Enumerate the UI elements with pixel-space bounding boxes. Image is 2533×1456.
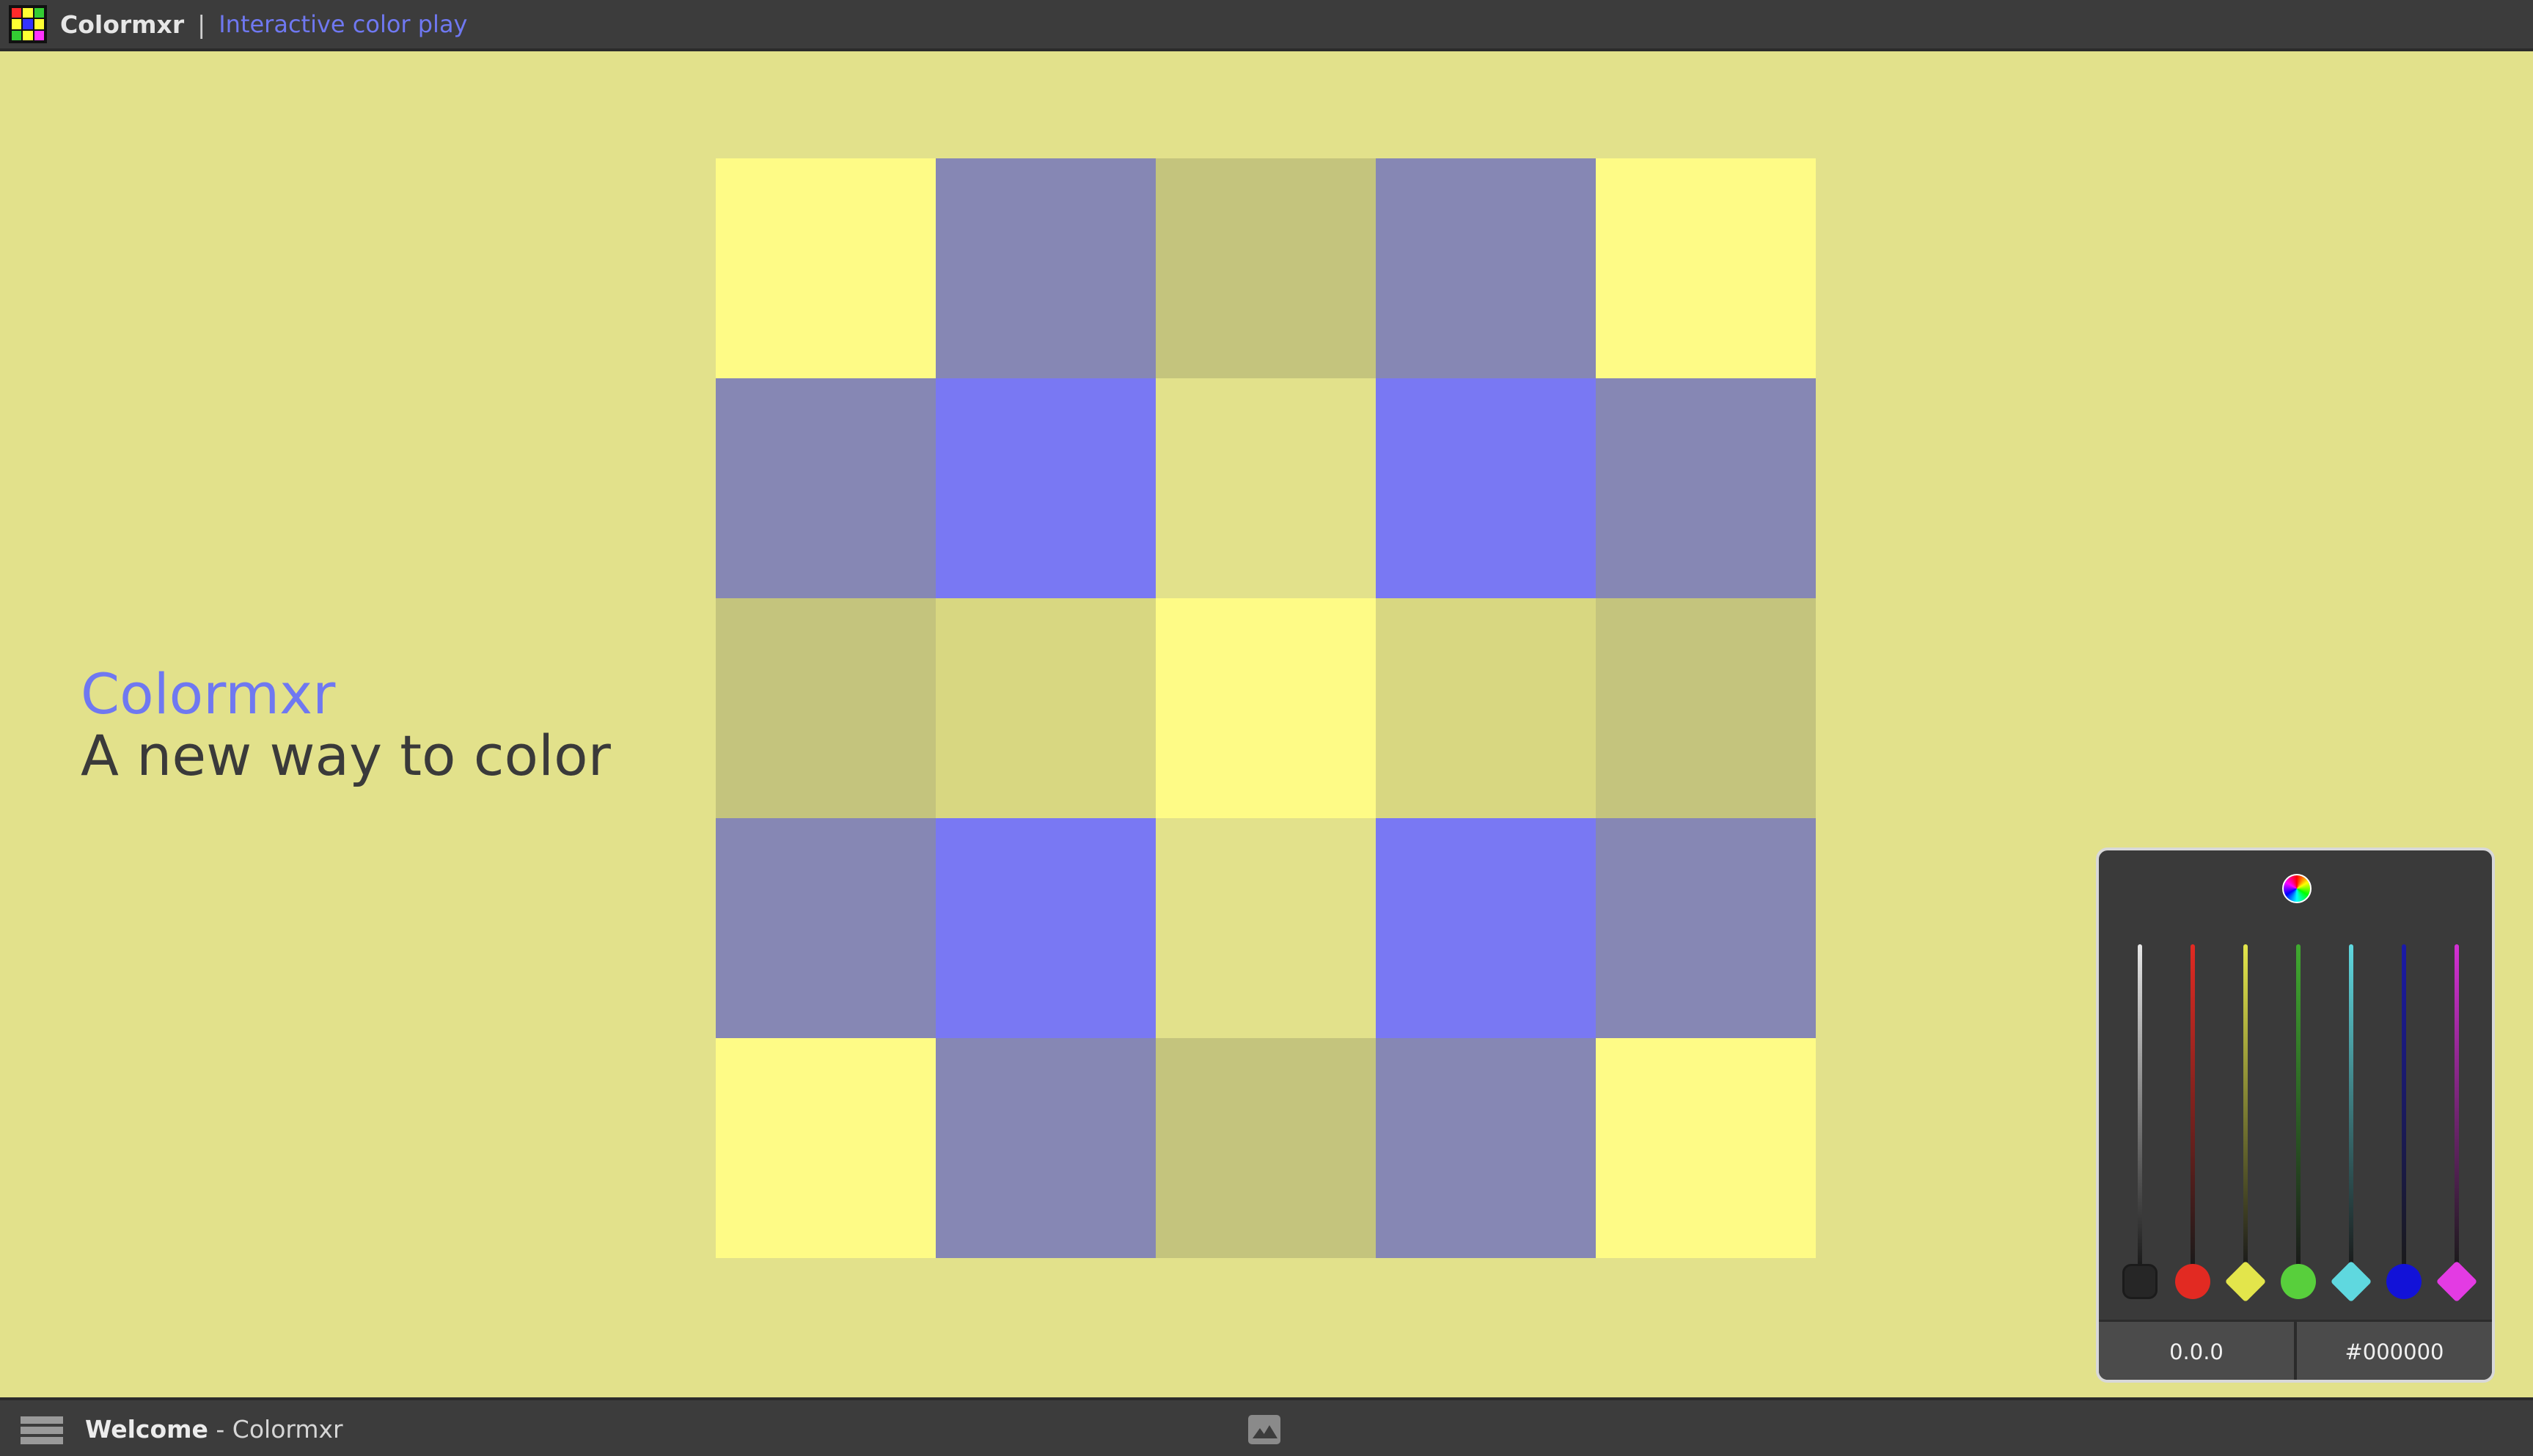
grid-cell[interactable] bbox=[1156, 158, 1376, 378]
mixer-readouts: 0.0.0 #000000 bbox=[2099, 1320, 2492, 1380]
grid-cell[interactable] bbox=[1596, 818, 1816, 1038]
grid-cell[interactable] bbox=[1376, 158, 1596, 378]
grid-cell[interactable] bbox=[936, 378, 1156, 598]
grid-cell[interactable] bbox=[1156, 598, 1376, 818]
magenta-channel-handle[interactable] bbox=[2435, 1260, 2478, 1303]
cyan-channel-handle[interactable] bbox=[2330, 1260, 2372, 1303]
logo-square bbox=[12, 8, 22, 18]
hero-subtitle: A new way to color bbox=[81, 723, 611, 788]
menu-icon[interactable] bbox=[21, 1416, 63, 1444]
grid-cell[interactable] bbox=[936, 598, 1156, 818]
status-page-suffix: - Colormxr bbox=[208, 1415, 343, 1444]
magenta-channel-slider[interactable] bbox=[2455, 944, 2459, 1267]
grid-cell[interactable] bbox=[1596, 1038, 1816, 1258]
green-channel-handle[interactable] bbox=[2281, 1264, 2316, 1299]
color-mixer-panel: 0.0.0 #000000 bbox=[2096, 848, 2495, 1383]
logo-square bbox=[23, 19, 33, 29]
grid-cell[interactable] bbox=[716, 818, 936, 1038]
logo-square bbox=[34, 8, 44, 18]
color-wheel-icon[interactable] bbox=[2282, 874, 2312, 903]
green-channel-slider[interactable] bbox=[2296, 944, 2301, 1267]
image-icon[interactable] bbox=[1248, 1415, 1280, 1444]
logo-square bbox=[12, 19, 22, 29]
logo-square bbox=[12, 30, 22, 40]
grid-cell[interactable] bbox=[1596, 158, 1816, 378]
blue-channel-handle[interactable] bbox=[2386, 1264, 2422, 1299]
grid-cell[interactable] bbox=[1156, 378, 1376, 598]
logo-square bbox=[34, 30, 44, 40]
title-separator: | bbox=[197, 10, 206, 39]
yellow-channel-slider[interactable] bbox=[2243, 944, 2248, 1267]
cyan-channel-slider[interactable] bbox=[2349, 944, 2353, 1267]
yellow-channel-handle[interactable] bbox=[2224, 1260, 2267, 1303]
white-channel-slider[interactable] bbox=[2138, 944, 2142, 1267]
status-bar: Welcome - Colormxr bbox=[0, 1397, 2533, 1456]
hero: Colormxr A new way to color bbox=[81, 663, 611, 787]
logo-square bbox=[23, 30, 33, 40]
grid-cell[interactable] bbox=[716, 158, 936, 378]
grid-cell[interactable] bbox=[1596, 378, 1816, 598]
grid-cell[interactable] bbox=[1156, 818, 1376, 1038]
mix-value-readout[interactable]: 0.0.0 bbox=[2099, 1322, 2294, 1380]
top-bar: Colormxr | Interactive color play bbox=[0, 0, 2533, 51]
grid-cell[interactable] bbox=[716, 378, 936, 598]
grid-cell[interactable] bbox=[1376, 1038, 1596, 1258]
logo-square bbox=[23, 8, 33, 18]
grid-cell[interactable] bbox=[1376, 598, 1596, 818]
color-grid bbox=[716, 158, 1816, 1258]
logo-square bbox=[34, 19, 44, 29]
grid-cell[interactable] bbox=[1376, 818, 1596, 1038]
grid-cell[interactable] bbox=[1156, 1038, 1376, 1258]
white-channel-handle[interactable] bbox=[2122, 1264, 2158, 1299]
red-channel-handle[interactable] bbox=[2175, 1264, 2210, 1299]
grid-cell[interactable] bbox=[1596, 598, 1816, 818]
grid-cell[interactable] bbox=[936, 1038, 1156, 1258]
grid-cell[interactable] bbox=[716, 598, 936, 818]
app-name[interactable]: Colormxr bbox=[60, 10, 184, 39]
status-title: Welcome - Colormxr bbox=[85, 1415, 343, 1444]
red-channel-slider[interactable] bbox=[2191, 944, 2195, 1267]
grid-cell[interactable] bbox=[716, 1038, 936, 1258]
status-page-label: Welcome bbox=[85, 1415, 208, 1444]
color-grid-logo-icon[interactable] bbox=[9, 5, 47, 43]
grid-cell[interactable] bbox=[936, 818, 1156, 1038]
hex-value-readout[interactable]: #000000 bbox=[2294, 1322, 2492, 1380]
grid-cell[interactable] bbox=[1376, 378, 1596, 598]
blue-channel-slider[interactable] bbox=[2402, 944, 2406, 1267]
hero-title: Colormxr bbox=[81, 661, 336, 727]
app-tagline: Interactive color play bbox=[219, 10, 468, 38]
grid-cell[interactable] bbox=[936, 158, 1156, 378]
